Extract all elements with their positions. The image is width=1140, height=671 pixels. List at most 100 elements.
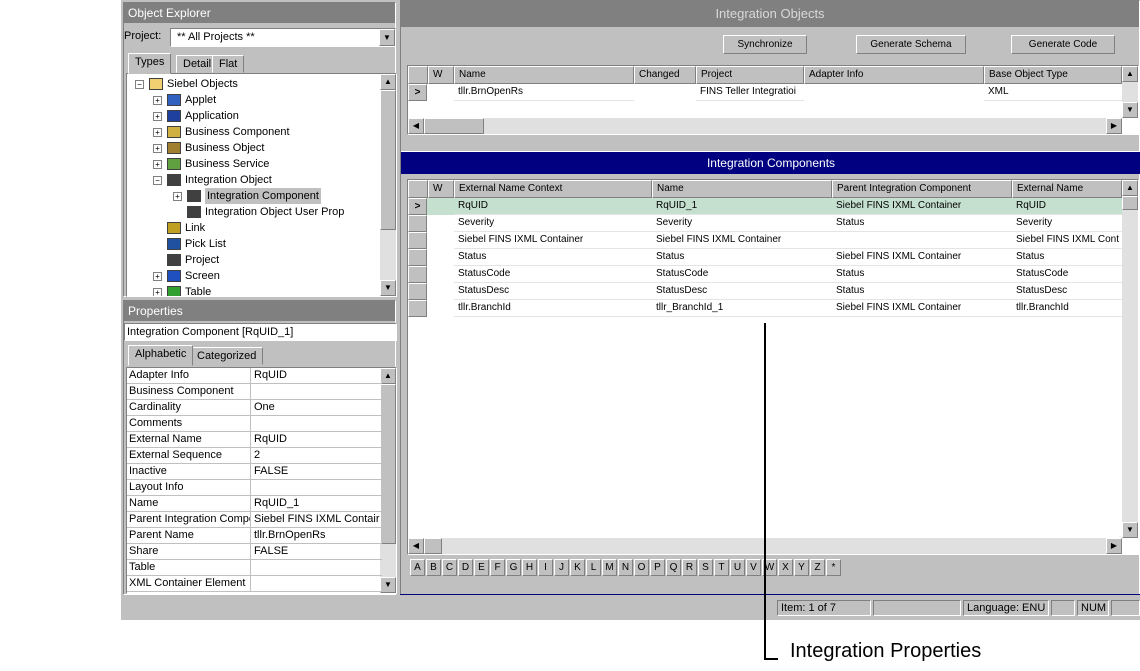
alphabet-button[interactable]: A (410, 559, 425, 576)
expand-icon[interactable]: + (153, 160, 162, 169)
properties-scrollbar[interactable]: ▲ ▼ (380, 368, 396, 593)
col-w[interactable]: W (428, 180, 454, 198)
synchronize-button[interactable]: Synchronize (723, 35, 807, 54)
col-external-name-context[interactable]: External Name Context (454, 180, 652, 198)
property-row[interactable]: XML Container Element (127, 576, 382, 592)
alphabet-button[interactable]: O (634, 559, 649, 576)
scroll-thumb[interactable] (380, 90, 396, 230)
tree-item[interactable]: + Table (127, 284, 381, 296)
alphabet-button[interactable]: G (506, 559, 521, 576)
tab-categorized[interactable]: Categorized (190, 347, 264, 365)
table-row[interactable]: > tllr.BrnOpenRs FINS Teller Integratioi… (408, 84, 1122, 101)
property-row[interactable]: Parent Integration Compor Siebel FINS IXM… (127, 512, 382, 528)
tree-item[interactable]: + Business Component (127, 124, 381, 140)
property-value[interactable]: FALSE (254, 464, 380, 479)
tree-item[interactable]: + Screen (127, 268, 381, 284)
table-row[interactable]: StatusDesc StatusDesc Status StatusDesc (408, 283, 1122, 300)
tree-item[interactable]: + Application (127, 108, 381, 124)
table-row[interactable]: tllr.BranchId tllr_BranchId_1 Siebel FINS … (408, 300, 1122, 317)
table-row[interactable]: StatusCode StatusCode Status StatusCode (408, 266, 1122, 283)
alphabet-button[interactable]: Q (666, 559, 681, 576)
property-row[interactable]: Layout Info (127, 480, 382, 496)
table-row[interactable]: Severity Severity Status Severity (408, 215, 1122, 232)
col-changed[interactable]: Changed (634, 66, 696, 84)
scroll-left-icon[interactable]: ◀ (408, 118, 424, 134)
alphabet-button[interactable]: L (586, 559, 601, 576)
row-selector[interactable]: > (408, 198, 427, 215)
col-external-name[interactable]: External Name (1012, 180, 1122, 198)
collapse-icon[interactable]: − (135, 80, 144, 89)
collapse-icon[interactable]: − (153, 176, 162, 185)
col-parent-integration-component[interactable]: Parent Integration Component (832, 180, 1012, 198)
tree-item[interactable]: + Applet (127, 92, 381, 108)
alphabet-button[interactable]: P (650, 559, 665, 576)
property-value[interactable]: One (254, 400, 380, 415)
scroll-up-icon[interactable]: ▲ (380, 74, 396, 90)
alphabet-button[interactable]: E (474, 559, 489, 576)
alphabet-button[interactable]: F (490, 559, 505, 576)
row-selector[interactable] (408, 266, 427, 283)
tree-item[interactable]: − Integration Object (127, 172, 381, 188)
scroll-thumb[interactable] (424, 118, 484, 134)
alphabet-button[interactable]: B (426, 559, 441, 576)
alphabet-button[interactable]: V (746, 559, 761, 576)
scroll-down-icon[interactable]: ▼ (380, 280, 396, 296)
alphabet-button[interactable]: Z (810, 559, 825, 576)
tree-item[interactable]: Project (127, 252, 381, 268)
chevron-down-icon[interactable]: ▼ (379, 29, 395, 46)
alphabet-button[interactable]: Y (794, 559, 809, 576)
scroll-up-icon[interactable]: ▲ (1122, 66, 1138, 82)
scroll-right-icon[interactable]: ▶ (1106, 538, 1122, 554)
generate-schema-button[interactable]: Generate Schema (856, 35, 966, 54)
alphabet-button[interactable]: S (698, 559, 713, 576)
expand-icon[interactable]: + (153, 128, 162, 137)
io-vscroll[interactable]: ▲ ▼ (1122, 66, 1138, 118)
alphabet-button[interactable]: C (442, 559, 457, 576)
expand-icon[interactable]: + (153, 96, 162, 105)
expand-icon[interactable]: + (153, 288, 162, 296)
tab-alphabetic[interactable]: Alphabetic (128, 345, 194, 366)
property-value[interactable]: FALSE (254, 544, 380, 559)
scroll-left-icon[interactable]: ◀ (408, 538, 424, 554)
row-selector[interactable] (408, 249, 427, 266)
scroll-thumb[interactable] (1122, 196, 1138, 210)
tab-flat[interactable]: Flat (212, 55, 245, 73)
scroll-thumb[interactable] (380, 384, 396, 544)
scroll-thumb[interactable] (424, 538, 442, 554)
alphabet-button[interactable]: I (538, 559, 553, 576)
col-project[interactable]: Project (696, 66, 804, 84)
alphabet-button[interactable]: * (826, 559, 841, 576)
ic-vscroll[interactable]: ▲ ▼ (1122, 180, 1138, 538)
tab-types[interactable]: Types (128, 53, 172, 74)
property-row[interactable]: Parent Name tllr.BrnOpenRs (127, 528, 382, 544)
property-row[interactable]: Adapter Info RqUID (127, 368, 382, 384)
property-row[interactable]: Table (127, 560, 382, 576)
property-row[interactable]: Name RqUID_1 (127, 496, 382, 512)
property-row[interactable]: Comments (127, 416, 382, 432)
row-selector[interactable] (408, 283, 427, 300)
row-selector[interactable]: > (408, 84, 427, 101)
property-row[interactable]: External Name RqUID (127, 432, 382, 448)
property-value[interactable]: tllr.BrnOpenRs (254, 528, 380, 543)
tree-item[interactable]: + Integration Component (127, 188, 381, 204)
tree-item[interactable]: + Business Service (127, 156, 381, 172)
alphabet-button[interactable]: K (570, 559, 585, 576)
property-value[interactable]: RqUID (254, 368, 380, 383)
expand-icon[interactable]: + (153, 112, 162, 121)
tree-scrollbar[interactable]: ▲ ▼ (380, 74, 396, 296)
property-row[interactable]: Cardinality One (127, 400, 382, 416)
row-selector[interactable] (408, 232, 427, 249)
property-value[interactable]: RqUID_1 (254, 496, 380, 511)
property-value[interactable]: 2 (254, 448, 380, 463)
scroll-down-icon[interactable]: ▼ (380, 577, 396, 593)
expand-icon[interactable]: + (173, 192, 182, 201)
table-row[interactable]: Status Status Siebel FINS IXML Container St… (408, 249, 1122, 266)
col-name[interactable]: Name (454, 66, 634, 84)
tree-item[interactable]: Integration Object User Prop (127, 204, 381, 220)
alphabet-button[interactable]: N (618, 559, 633, 576)
row-selector[interactable] (408, 300, 427, 317)
property-value[interactable]: RqUID (254, 432, 380, 447)
table-row[interactable]: Siebel FINS IXML Container Siebel FINS IX… (408, 232, 1122, 249)
property-value[interactable]: Siebel FINS IXML Contair (254, 512, 380, 527)
col-adapter-info[interactable]: Adapter Info (804, 66, 984, 84)
